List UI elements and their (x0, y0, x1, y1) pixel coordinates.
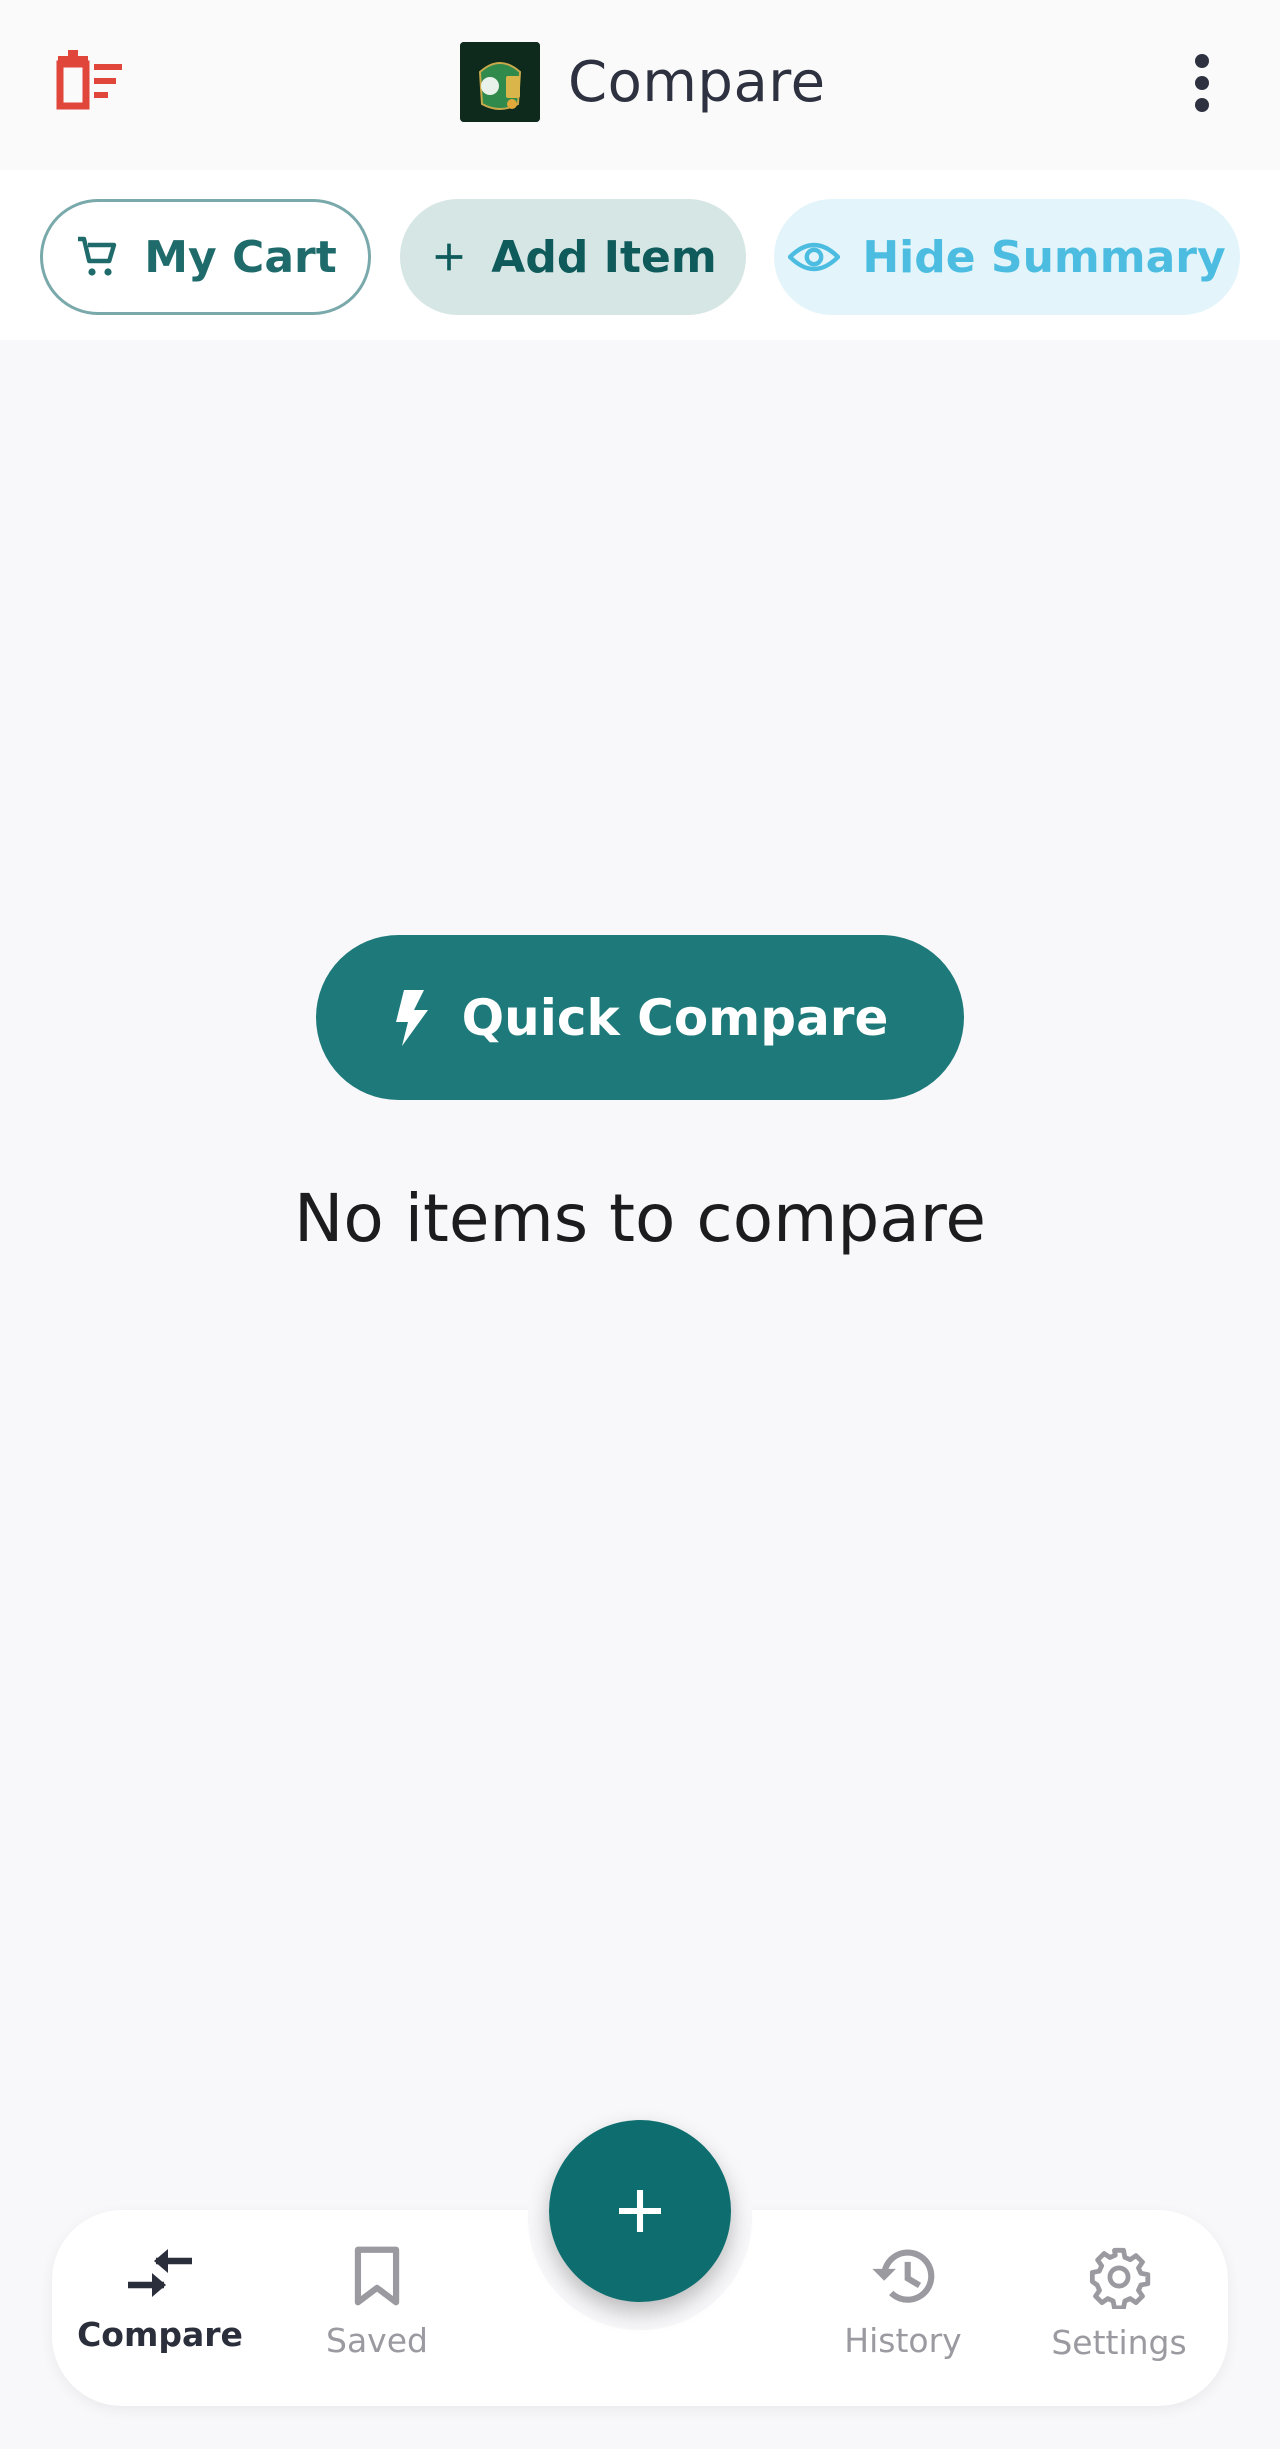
clear-list-button[interactable] (50, 45, 130, 115)
nav-item-history[interactable]: History (808, 2245, 998, 2385)
nav-label-compare: Compare (77, 2315, 243, 2354)
app-title-group: Compare (460, 42, 826, 122)
add-fab-button[interactable] (549, 2120, 731, 2302)
plus-icon (619, 2190, 661, 2232)
empty-state-message: No items to compare (293, 1180, 987, 1257)
add-item-label: Add Item (491, 231, 717, 283)
app-logo (460, 42, 540, 122)
my-cart-label: My Cart (144, 231, 337, 283)
top-app-bar: Compare (0, 0, 1280, 170)
quick-compare-label: Quick Compare (461, 988, 889, 1047)
gear-icon (1089, 2247, 1151, 2309)
compare-screen: Compare My Cart Add Item Hide Summary Qu… (0, 0, 1280, 2449)
nav-label-settings: Settings (1051, 2323, 1187, 2362)
nav-item-saved[interactable]: Saved (282, 2245, 472, 2385)
page-title: Compare (568, 49, 826, 115)
nav-item-settings[interactable]: Settings (1024, 2245, 1214, 2385)
bookmark-icon (354, 2246, 400, 2306)
more-vert-icon (1195, 54, 1209, 112)
hide-summary-label: Hide Summary (862, 231, 1226, 283)
delete-list-icon (56, 50, 122, 110)
eye-icon (788, 242, 841, 272)
compare-arrows-icon (128, 2249, 192, 2297)
lightning-icon (395, 989, 428, 1046)
nav-item-compare[interactable]: Compare (65, 2245, 255, 2385)
nav-label-saved: Saved (326, 2321, 428, 2360)
nav-label-history: History (844, 2321, 962, 2360)
add-item-button[interactable]: Add Item (400, 199, 746, 315)
hide-summary-button[interactable]: Hide Summary (774, 199, 1240, 315)
history-icon (872, 2249, 935, 2303)
quick-compare-button[interactable]: Quick Compare (316, 935, 964, 1100)
cart-icon (78, 236, 117, 276)
plus-icon (435, 243, 463, 271)
overflow-menu-button[interactable] (1170, 45, 1234, 121)
action-chip-row: My Cart Add Item Hide Summary (0, 170, 1280, 340)
my-cart-button[interactable]: My Cart (40, 199, 371, 315)
